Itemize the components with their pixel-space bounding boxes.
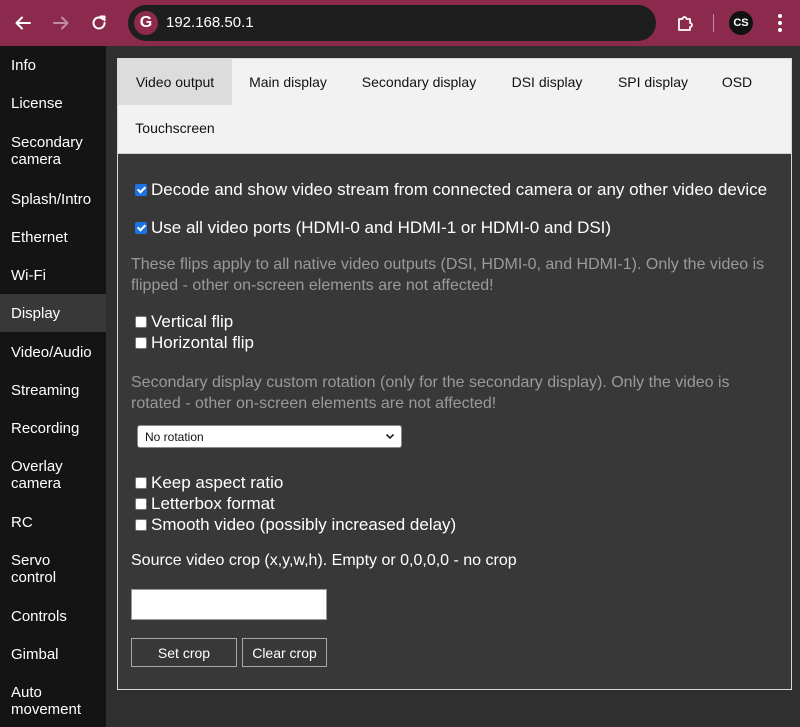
forward-icon[interactable] xyxy=(48,10,74,36)
sidebar-item-label: License xyxy=(11,94,63,112)
smooth-video-checkbox[interactable] xyxy=(135,519,147,531)
use-all-ports-option[interactable]: Use all video ports (HDMI-0 and HDMI-1 o… xyxy=(135,218,611,238)
sidebar-item-label: Controls xyxy=(11,607,67,625)
smooth-video-option[interactable]: Smooth video (possibly increased delay) xyxy=(135,515,456,535)
horizontal-flip-label: Horizontal flip xyxy=(151,333,254,352)
sidebar-item-servo-control[interactable]: Servo control xyxy=(0,544,106,594)
letterbox-label: Letterbox format xyxy=(151,494,275,513)
tab-touchscreen[interactable]: Touchscreen xyxy=(118,105,232,151)
tab-secondary-display[interactable]: Secondary display xyxy=(344,59,494,105)
keep-aspect-checkbox[interactable] xyxy=(135,477,147,489)
decode-stream-label: Decode and show video stream from connec… xyxy=(151,180,768,199)
sidebar-item-label: Recording xyxy=(11,419,80,437)
sidebar-item-wifi[interactable]: Wi-Fi xyxy=(0,256,106,294)
vertical-flip-option[interactable]: Vertical flip xyxy=(135,312,233,332)
horizontal-flip-checkbox[interactable] xyxy=(135,337,147,349)
sidebar-item-info[interactable]: Info xyxy=(0,46,106,84)
sidebar-item-ethernet[interactable]: Ethernet xyxy=(0,218,106,256)
sidebar-item-display[interactable]: Display xyxy=(0,294,106,332)
menu-kebab-icon[interactable] xyxy=(767,10,793,36)
sidebar-item-label: Streaming xyxy=(11,381,80,399)
chevron-down-icon xyxy=(385,433,395,440)
set-crop-button[interactable]: Set crop xyxy=(131,638,237,667)
tab-spi-display[interactable]: SPI display xyxy=(600,59,706,105)
decode-stream-checkbox[interactable] xyxy=(135,184,147,196)
smooth-video-label: Smooth video (possibly increased delay) xyxy=(151,515,457,534)
sidebar-item-overlay-camera[interactable]: Overlay camera xyxy=(0,450,106,500)
address-bar[interactable]: G 192.168.50.1 xyxy=(128,5,656,41)
toolbar-divider xyxy=(713,14,714,32)
sidebar-item-label: Ethernet xyxy=(11,228,68,246)
sidebar-item-label: Wi-Fi xyxy=(11,266,46,284)
tab-bar: Video output Main display Secondary disp… xyxy=(118,59,791,154)
vertical-flip-checkbox[interactable] xyxy=(135,316,147,328)
sidebar-item-label: Video/Audio xyxy=(11,343,92,361)
extensions-icon[interactable] xyxy=(672,10,698,36)
sidebar-item-controls[interactable]: Controls xyxy=(0,597,106,635)
use-all-ports-label: Use all video ports (HDMI-0 and HDMI-1 o… xyxy=(151,218,612,237)
sidebar-item-splash-intro[interactable]: Splash/Intro xyxy=(0,180,106,218)
sidebar-item-gimbal[interactable]: Gimbal xyxy=(0,635,106,673)
sidebar-item-label: Gimbal xyxy=(11,645,59,663)
sidebar-item-secondary-camera[interactable]: Secondary camera xyxy=(0,126,106,176)
rotation-select-value: No rotation xyxy=(145,429,204,444)
flip-note: These flips apply to all native video ou… xyxy=(131,256,765,294)
sidebar-item-recording[interactable]: Recording xyxy=(0,409,106,447)
decode-stream-option[interactable]: Decode and show video stream from connec… xyxy=(135,180,767,200)
letterbox-option[interactable]: Letterbox format xyxy=(135,494,275,514)
rotation-select[interactable]: No rotation xyxy=(137,425,402,448)
rotation-note: Secondary display custom rotation (only … xyxy=(131,374,730,412)
horizontal-flip-option[interactable]: Horizontal flip xyxy=(135,333,254,353)
settings-panel: Video output Main display Secondary disp… xyxy=(117,58,792,690)
profile-avatar[interactable]: CS xyxy=(729,11,753,35)
letterbox-checkbox[interactable] xyxy=(135,498,147,510)
reload-icon[interactable] xyxy=(86,10,112,36)
sidebar-item-label: Auto movement xyxy=(11,684,82,718)
url-text[interactable]: 192.168.50.1 xyxy=(166,14,254,31)
crop-label: Source video crop (x,y,w,h). Empty or 0,… xyxy=(131,552,517,569)
tab-osd[interactable]: OSD xyxy=(706,59,768,105)
sidebar: Info License Secondary camera Splash/Int… xyxy=(0,46,106,727)
tab-dsi-display[interactable]: DSI display xyxy=(494,59,600,105)
sidebar-item-label: Servo control xyxy=(11,552,57,586)
sidebar-item-label: RC xyxy=(11,513,33,531)
video-output-content: Decode and show video stream from connec… xyxy=(118,154,791,689)
keep-aspect-label: Keep aspect ratio xyxy=(151,473,284,492)
sidebar-item-label: Display xyxy=(11,304,61,322)
sidebar-item-auto-movement[interactable]: Auto movement xyxy=(0,676,106,726)
back-icon[interactable] xyxy=(10,10,36,36)
browser-toolbar: G 192.168.50.1 CS xyxy=(0,0,800,46)
sidebar-item-label: Info xyxy=(11,56,37,74)
sidebar-item-label: Splash/Intro xyxy=(11,190,92,208)
sidebar-item-video-audio[interactable]: Video/Audio xyxy=(0,333,106,371)
clear-crop-button[interactable]: Clear crop xyxy=(242,638,327,667)
site-info-icon[interactable]: G xyxy=(134,11,158,35)
sidebar-item-label: Overlay camera xyxy=(11,458,63,492)
sidebar-item-license[interactable]: License xyxy=(0,84,106,122)
use-all-ports-checkbox[interactable] xyxy=(135,222,147,234)
tab-video-output[interactable]: Video output xyxy=(118,59,232,105)
sidebar-item-streaming[interactable]: Streaming xyxy=(0,371,106,409)
sidebar-item-label: Secondary camera xyxy=(11,134,83,168)
crop-input[interactable] xyxy=(131,589,327,620)
vertical-flip-label: Vertical flip xyxy=(151,312,234,331)
sidebar-item-rc[interactable]: RC xyxy=(0,503,106,541)
tab-main-display[interactable]: Main display xyxy=(232,59,344,105)
keep-aspect-option[interactable]: Keep aspect ratio xyxy=(135,473,283,493)
